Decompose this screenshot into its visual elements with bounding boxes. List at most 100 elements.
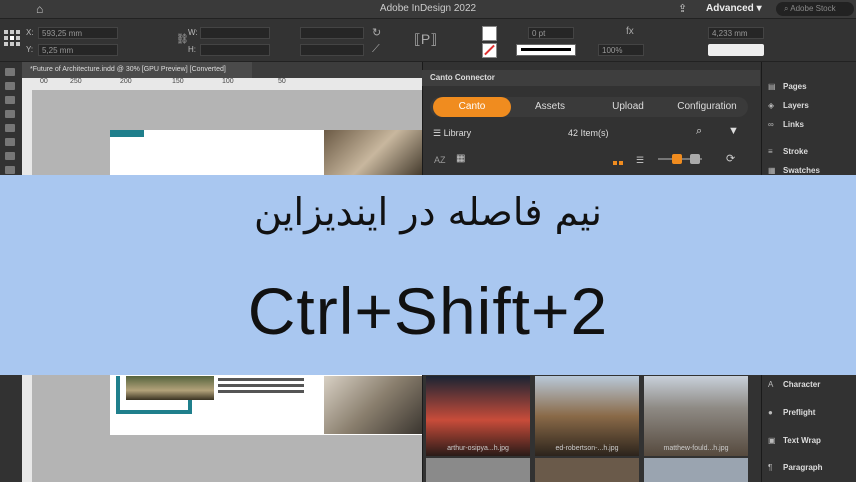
thumbnail-ed[interactable]	[535, 376, 639, 456]
panel-label: Preflight	[783, 408, 816, 417]
panel-label: Swatches	[783, 166, 820, 175]
panel-layers[interactable]: ◈ Layers	[768, 101, 809, 110]
panel-stroke[interactable]: ≡ Stroke	[768, 147, 808, 156]
rotate-icon[interactable]: ↻	[372, 26, 381, 39]
workspace-label: Advanced	[706, 3, 754, 14]
architecture-photo-top[interactable]	[324, 130, 422, 180]
panel-links[interactable]: ∞ Links	[768, 120, 804, 129]
workspace-switcher[interactable]: Advanced ▾	[706, 3, 762, 14]
banner-shortcut: Ctrl+Shift+2	[247, 274, 609, 348]
panel-swatches[interactable]: ▦ Swatches	[768, 166, 820, 175]
scale-y-field[interactable]	[300, 44, 364, 56]
effects-icon[interactable]: fx	[626, 26, 634, 37]
size-field[interactable]: 4,233 mm	[708, 27, 764, 39]
panel-character[interactable]: A Character	[768, 380, 820, 389]
thumbnail-matthew[interactable]	[644, 376, 748, 456]
width-field[interactable]	[200, 27, 270, 39]
preflight-icon: ●	[768, 408, 773, 417]
tab-upload[interactable]: Upload	[590, 97, 666, 117]
text-wrap-icon: ▣	[768, 436, 776, 445]
item-count: 42 Item(s)	[568, 128, 609, 138]
panel-label: Stroke	[783, 147, 808, 156]
links-icon: ∞	[768, 120, 774, 129]
panel-label: Paragraph	[783, 463, 823, 472]
ruler-tick: 50	[278, 78, 286, 85]
shear-icon[interactable]: ⟋	[372, 43, 380, 56]
y-field[interactable]: 5,25 mm	[38, 44, 118, 56]
placeholder-text-lines	[218, 378, 304, 396]
page-tool-icon[interactable]	[5, 96, 15, 104]
panel-paragraph[interactable]: ¶ Paragraph	[768, 463, 823, 472]
ruler-tick: 200	[120, 78, 132, 85]
style-select[interactable]	[708, 44, 764, 56]
stock-placeholder: Adobe Stock	[790, 4, 836, 13]
menu-icon: ☰	[433, 128, 444, 138]
layers-icon: ◈	[768, 101, 775, 110]
search-icon[interactable]: ⌕	[696, 125, 702, 138]
fill-swatch[interactable]	[482, 26, 497, 41]
height-field[interactable]	[200, 44, 270, 56]
thumbnail-arthur[interactable]	[426, 376, 530, 456]
ruler-tick: 00	[40, 78, 48, 85]
thumbnail-caption: ed-robertson-...h.jpg	[555, 445, 619, 452]
w-label: W:	[188, 28, 198, 37]
pages-icon: ▤	[768, 82, 776, 91]
stroke-swatch-icon[interactable]	[482, 43, 497, 58]
scale-x-field[interactable]	[300, 27, 364, 39]
teal-accent-bar	[110, 130, 144, 137]
thumbnail-caption: matthew-fould...h.jpg	[663, 445, 729, 452]
direct-selection-tool-icon[interactable]	[5, 82, 15, 90]
text-frame-icon[interactable]: ⟦P⟧	[414, 31, 437, 48]
thumbnail-row2[interactable]	[535, 458, 639, 482]
panel-label: Character	[783, 380, 821, 389]
refresh-icon[interactable]: ⟳	[726, 152, 735, 165]
panel-label: Pages	[783, 82, 807, 91]
opacity-field[interactable]: 100%	[598, 44, 644, 56]
banner-title: نیم فاصله در ایندیزاین	[254, 190, 602, 234]
tab-configuration[interactable]: Configuration	[668, 97, 746, 117]
thumbnail-row2[interactable]	[644, 458, 748, 482]
panel-label: Layers	[783, 101, 809, 110]
calendar-icon[interactable]: ▦	[456, 153, 465, 164]
ruler-tick: 150	[172, 78, 184, 85]
stroke-type-select[interactable]	[516, 44, 576, 56]
panel-label: Text Wrap	[783, 436, 821, 445]
constrain-link-icon[interactable]: ⛓	[176, 34, 189, 45]
selection-tool-icon[interactable]	[5, 68, 15, 76]
sort-az-icon[interactable]: AZ	[434, 155, 446, 165]
panel-label: Links	[783, 120, 804, 129]
gap-tool-icon[interactable]	[5, 110, 15, 118]
panel-pages[interactable]: ▤ Pages	[768, 82, 807, 91]
line-tool-icon[interactable]	[5, 138, 15, 146]
reference-point-icon[interactable]	[4, 30, 20, 46]
thumbnail-size-slider[interactable]	[658, 154, 702, 164]
tab-assets[interactable]: Assets	[512, 97, 588, 117]
h-label: H:	[188, 45, 196, 54]
stroke-weight-field[interactable]: 0 pt	[528, 27, 574, 39]
panel-text-wrap[interactable]: ▣ Text Wrap	[768, 436, 821, 445]
architecture-photo-small[interactable]	[126, 376, 214, 400]
y-label: Y:	[26, 45, 34, 54]
document-tab[interactable]: *Future of Architecture.indd @ 30% [GPU …	[22, 62, 252, 78]
library-label: Library	[443, 128, 472, 138]
list-view-icon[interactable]: ☰	[636, 155, 644, 166]
adobe-stock-search[interactable]: ⌕ Adobe Stock	[776, 2, 854, 16]
ruler-tick: 250	[70, 78, 82, 85]
x-field[interactable]: 593,25 mm	[38, 27, 118, 39]
stroke-icon: ≡	[768, 147, 773, 156]
architecture-photo-bottom[interactable]	[324, 376, 422, 434]
panel-preflight[interactable]: ● Preflight	[768, 408, 815, 417]
thumbnail-row2[interactable]	[426, 458, 530, 482]
share-icon[interactable]: ⇪	[678, 2, 687, 15]
paragraph-icon: ¶	[768, 463, 773, 472]
x-label: X:	[26, 28, 34, 37]
library-menu[interactable]: ☰ Library	[433, 128, 471, 139]
tab-canto[interactable]: Canto	[433, 97, 511, 117]
canto-panel-title: Canto Connector	[422, 70, 760, 86]
pen-tool-icon[interactable]	[5, 152, 15, 160]
type-tool-icon[interactable]	[5, 124, 15, 132]
filter-icon[interactable]: ▼	[728, 125, 739, 137]
thumbnail-caption: arthur-osipya...h.jpg	[447, 445, 509, 452]
pencil-tool-icon[interactable]	[5, 166, 15, 174]
ruler-tick: 100	[222, 78, 234, 85]
